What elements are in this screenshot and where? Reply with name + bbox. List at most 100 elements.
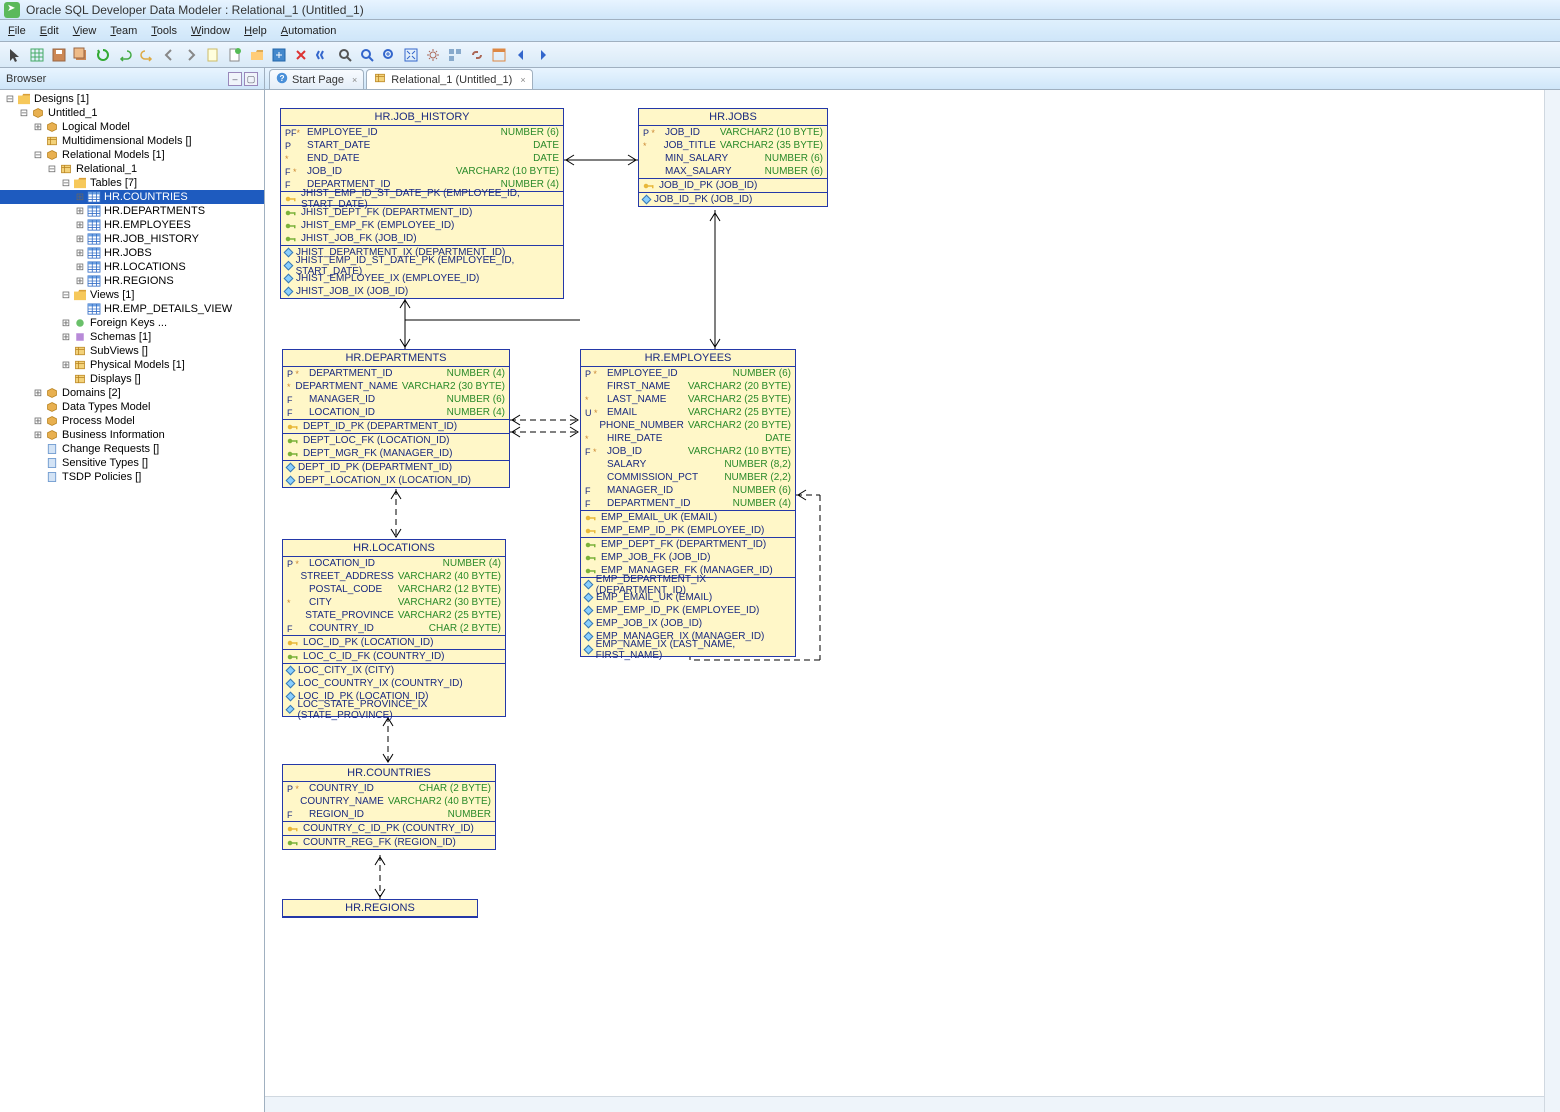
tree-item[interactable]: Multidimensional Models [] [0,134,264,148]
delete-icon[interactable] [292,46,310,64]
tree-expand-icon[interactable]: ⊟ [60,290,72,301]
tab-close-icon[interactable]: × [352,75,357,85]
tree-expand-icon[interactable]: ⊟ [4,94,16,105]
entity-job_history[interactable]: HR.JOB_HISTORYPF*EMPLOYEE_IDNUMBER (6)PS… [280,108,564,299]
tree-expand-icon[interactable]: ⊞ [60,332,72,343]
win-icon[interactable] [490,46,508,64]
tree-expand-icon[interactable]: ⊞ [60,360,72,371]
tab-relational-1-untitled-1-[interactable]: Relational_1 (Untitled_1)× [366,69,532,89]
entity-countries[interactable]: HR.COUNTRIESP *COUNTRY_IDCHAR (2 BYTE)CO… [282,764,496,850]
tree-item[interactable]: ⊟Designs [1] [0,92,264,106]
diagram-canvas[interactable]: HR.JOB_HISTORYPF*EMPLOYEE_IDNUMBER (6)PS… [265,90,1560,1112]
tree-item[interactable]: Change Requests [] [0,442,264,456]
tree-item[interactable]: ⊞HR.EMPLOYEES [0,218,264,232]
undo-icon[interactable] [116,46,134,64]
menu-edit[interactable]: Edit [40,25,59,37]
link-icon[interactable] [468,46,486,64]
tree-expand-icon[interactable]: ⊞ [74,234,86,245]
back-icon[interactable] [160,46,178,64]
tree-item[interactable]: SubViews [] [0,344,264,358]
refresh-icon[interactable] [94,46,112,64]
zoomout-icon[interactable] [314,46,332,64]
tree-item[interactable]: TSDP Policies [] [0,470,264,484]
grp-icon[interactable] [446,46,464,64]
tree-item[interactable]: Displays [] [0,372,264,386]
tree-item[interactable]: ⊟Relational_1 [0,162,264,176]
save-icon[interactable] [50,46,68,64]
gear-icon[interactable] [424,46,442,64]
tree-item[interactable]: ⊟Tables [7] [0,176,264,190]
tree-item[interactable]: ⊞HR.JOB_HISTORY [0,232,264,246]
tree-expand-icon[interactable]: ⊞ [32,430,44,441]
tree-item[interactable]: ⊟Relational Models [1] [0,148,264,162]
tab-close-icon[interactable]: × [520,75,525,85]
menu-team[interactable]: Team [110,25,137,37]
tree-item[interactable]: Data Types Model [0,400,264,414]
tree-expand-icon[interactable]: ⊞ [74,206,86,217]
import-icon[interactable] [270,46,288,64]
tree-item[interactable]: ⊞HR.REGIONS [0,274,264,288]
tree-item[interactable]: HR.EMP_DETAILS_VIEW [0,302,264,316]
entity-employees[interactable]: HR.EMPLOYEESP *EMPLOYEE_IDNUMBER (6)FIRS… [580,349,796,657]
tree-expand-icon[interactable]: ⊞ [32,388,44,399]
tree-expand-icon[interactable]: ⊟ [32,150,44,161]
tree-expand-icon[interactable]: ⊞ [60,318,72,329]
entity-regions[interactable]: HR.REGIONS [282,899,478,918]
saveall-icon[interactable] [72,46,90,64]
tree-expand-icon[interactable]: ⊞ [74,276,86,287]
tree-expand-icon[interactable]: ⊞ [74,262,86,273]
find-icon[interactable] [336,46,354,64]
tree-expand-icon[interactable]: ⊞ [74,248,86,259]
tree-expand-icon[interactable]: ⊞ [74,192,86,203]
tree-item[interactable]: ⊞Schemas [1] [0,330,264,344]
menu-automation[interactable]: Automation [281,25,337,37]
tree-item[interactable]: ⊞Domains [2] [0,386,264,400]
tree-item[interactable]: ⊟Views [1] [0,288,264,302]
tree-item[interactable]: ⊟Untitled_1 [0,106,264,120]
pointer-icon[interactable] [6,46,24,64]
zoom-icon[interactable] [358,46,376,64]
menu-window[interactable]: Window [191,25,230,37]
tree-expand-icon[interactable]: ⊟ [60,178,72,189]
open-icon[interactable] [248,46,266,64]
zoomin-icon[interactable] [380,46,398,64]
tree-expand-icon[interactable]: ⊟ [46,164,58,175]
tree-item[interactable]: ⊞Process Model [0,414,264,428]
entity-locations[interactable]: HR.LOCATIONSP *LOCATION_IDNUMBER (4)STRE… [282,539,506,717]
menu-view[interactable]: View [73,25,97,37]
menu-bar[interactable]: File Edit View Team Tools Window Help Automatio… [0,20,1560,42]
fit-icon[interactable] [402,46,420,64]
tree-item[interactable]: ⊞HR.COUNTRIES [0,190,264,204]
grid-icon[interactable] [28,46,46,64]
redo-icon[interactable] [138,46,156,64]
menu-tools[interactable]: Tools [151,25,177,37]
tab-start-page[interactable]: ?Start Page× [269,69,364,89]
tree-item[interactable]: ⊞Physical Models [1] [0,358,264,372]
menu-file[interactable]: File [8,25,26,37]
tree-item[interactable]: ⊞HR.DEPARTMENTS [0,204,264,218]
new-icon[interactable] [204,46,222,64]
tree-item[interactable]: Sensitive Types [] [0,456,264,470]
entity-jobs[interactable]: HR.JOBSP *JOB_IDVARCHAR2 (10 BYTE)*JOB_T… [638,108,828,207]
horizontal-scrollbar[interactable] [265,1096,1544,1112]
prev-icon[interactable] [512,46,530,64]
pane-minimize-icon[interactable]: – [228,72,242,86]
menu-help[interactable]: Help [244,25,267,37]
tree-expand-icon[interactable]: ⊞ [32,122,44,133]
tree-item[interactable]: ⊞Logical Model [0,120,264,134]
tree-item[interactable]: ⊞HR.LOCATIONS [0,260,264,274]
tree-expand-icon[interactable]: ⊞ [74,220,86,231]
tree-expand-icon[interactable]: ⊟ [18,108,30,119]
tree-item[interactable]: ⊞Business Information [0,428,264,442]
tree-item[interactable]: ⊞Foreign Keys ... [0,316,264,330]
pane-maximize-icon[interactable]: ▢ [244,72,258,86]
browser-tree[interactable]: ⊟Designs [1]⊟Untitled_1⊞Logical ModelMul… [0,90,264,1112]
editor-tabs[interactable]: ?Start Page×Relational_1 (Untitled_1)× [265,68,1560,90]
tree-item[interactable]: ⊞HR.JOBS [0,246,264,260]
vertical-scrollbar[interactable] [1544,90,1560,1112]
tree-expand-icon[interactable]: ⊞ [32,416,44,427]
entity-departments[interactable]: HR.DEPARTMENTSP *DEPARTMENT_IDNUMBER (4)… [282,349,510,488]
next-icon[interactable] [534,46,552,64]
fwd-icon[interactable] [182,46,200,64]
newfile-icon[interactable] [226,46,244,64]
